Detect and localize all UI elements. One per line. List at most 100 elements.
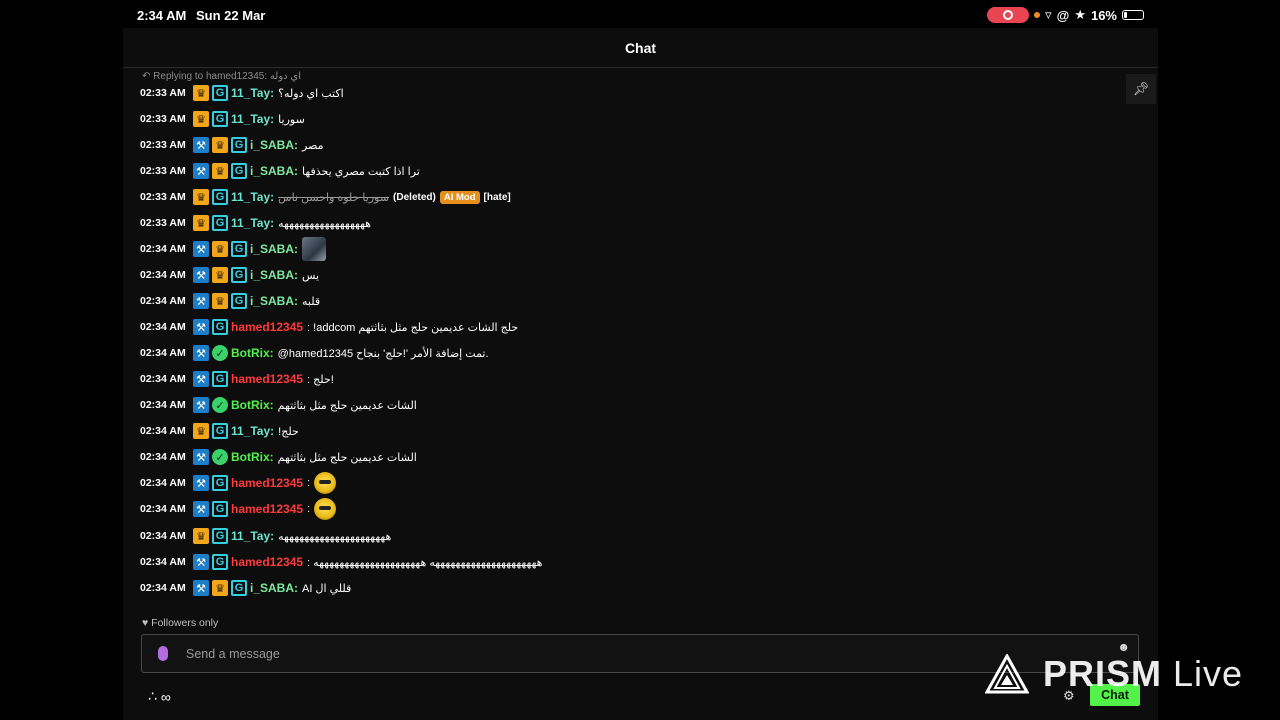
mod-hammer-icon: ⚒ xyxy=(193,293,209,309)
message-username[interactable]: BotRix: xyxy=(231,450,274,464)
vip-crown-icon: ♛ xyxy=(212,580,228,596)
chat-message[interactable]: 02:34 AM ⚒ G hamed12345 : xyxy=(140,498,337,520)
chat-message[interactable]: 02:34 AM ⚒ ♛ G i_SABA: يس xyxy=(140,264,319,286)
chat-message[interactable]: 02:34 AM ⚒ ✓ BotRix: @hamed12345 تمت إضا… xyxy=(140,342,489,364)
message-username[interactable]: 11_Tay: xyxy=(231,216,274,230)
message-text: مصر xyxy=(302,139,324,152)
message-time: 02:33 AM xyxy=(140,87,186,99)
message-time: 02:34 AM xyxy=(140,373,186,385)
message-username[interactable]: 11_Tay: xyxy=(231,190,274,204)
chat-message[interactable]: 02:34 AM ⚒ G hamed12345 : حلج! xyxy=(140,368,334,390)
message-username[interactable]: 11_Tay: xyxy=(231,424,274,438)
og-badge-icon: G xyxy=(212,189,228,205)
og-badge-icon: G xyxy=(212,501,228,517)
og-badge-icon: G xyxy=(231,137,247,153)
message-username[interactable]: hamed12345 xyxy=(231,502,303,516)
vip-crown-icon: ♛ xyxy=(212,293,228,309)
message-username[interactable]: i_SABA: xyxy=(250,242,298,256)
at-icon: @ xyxy=(1056,7,1070,23)
og-badge-icon: G xyxy=(212,85,228,101)
message-username[interactable]: i_SABA: xyxy=(250,138,298,152)
message-username[interactable]: BotRix: xyxy=(231,398,274,412)
message-text: : هههههههههههههههههههههه ههههههههههههههه… xyxy=(307,556,543,569)
og-badge-icon: G xyxy=(231,293,247,309)
mod-hammer-icon: ⚒ xyxy=(193,267,209,283)
infinity-icon[interactable]: ∞ xyxy=(161,689,171,705)
reply-text: Replying to hamed12345: اي دوله xyxy=(153,71,301,82)
og-badge-icon: G xyxy=(212,528,228,544)
message-username[interactable]: hamed12345 xyxy=(231,320,303,334)
message-username[interactable]: i_SABA: xyxy=(250,164,298,178)
followers-only-notice: ♥ Followers only xyxy=(142,617,218,629)
message-text: هههههههههههههههههههههه xyxy=(278,530,392,543)
chat-message[interactable]: 02:34 AM ⚒ ♛ G i_SABA: xyxy=(140,237,327,261)
message-text: سوريا xyxy=(278,113,305,126)
vip-crown-icon: ♛ xyxy=(212,163,228,179)
status-time: 2:34 AM xyxy=(137,8,187,23)
og-badge-icon: G xyxy=(231,267,247,283)
star-icon: ★ xyxy=(1074,7,1086,22)
chat-message[interactable]: 02:34 AM ⚒ ♛ G i_SABA: قللي ال AI xyxy=(140,577,351,599)
chat-message[interactable]: 02:34 AM ♛ G 11_Tay: ههههههههههههههههههه… xyxy=(140,525,391,547)
status-date: Sun 22 Mar xyxy=(196,8,266,23)
chat-message[interactable]: 02:34 AM ⚒ G hamed12345 : هههههههههههههه… xyxy=(140,551,542,573)
chat-header: Chat xyxy=(123,28,1158,68)
message-time: 02:34 AM xyxy=(140,451,186,463)
moderation-tag: [hate] xyxy=(483,191,511,203)
chat-message[interactable]: 02:33 AM ⚒ ♛ G i_SABA: ترا اذا كتبت مصري… xyxy=(140,160,420,182)
message-time: 02:34 AM xyxy=(140,425,186,437)
mod-hammer-icon: ⚒ xyxy=(193,137,209,153)
mod-hammer-icon: ⚒ xyxy=(193,580,209,596)
chat-message[interactable]: 02:33 AM ♛ G 11_Tay: سوريا حلوه واحسن نا… xyxy=(140,186,511,208)
og-badge-icon: G xyxy=(212,554,228,570)
followers-only-label: Followers only xyxy=(151,617,219,629)
chat-message[interactable]: 02:34 AM ⚒ G hamed12345 : !addcom حلج ال… xyxy=(140,316,518,338)
chat-message[interactable]: 02:33 AM ♛ G 11_Tay: هههههههههههههههههه xyxy=(140,212,371,234)
prism-logo-icon xyxy=(985,654,1029,694)
message-username[interactable]: 11_Tay: xyxy=(231,86,274,100)
message-time: 02:34 AM xyxy=(140,477,186,489)
dots-icon[interactable]: ∴ xyxy=(148,688,157,705)
chat-message[interactable]: 02:34 AM ⚒ ✓ BotRix: الشات عديمين حلج مث… xyxy=(140,446,417,468)
vip-crown-icon: ♛ xyxy=(193,85,209,101)
status-bar: 2:34 AM Sun 22 Mar ▿ @ ★ 16% xyxy=(0,0,1280,30)
chat-message[interactable]: 02:33 AM ♛ G 11_Tay: اكتب اي دوله؟ xyxy=(140,82,344,104)
chat-message[interactable]: 02:34 AM ♛ G 11_Tay: حلج! xyxy=(140,420,299,442)
message-username[interactable]: hamed12345 xyxy=(231,372,303,386)
message-text-deleted: سوريا حلوه واحسن ناس xyxy=(278,191,390,204)
message-time: 02:34 AM xyxy=(140,530,186,542)
message-username[interactable]: i_SABA: xyxy=(250,268,298,282)
mod-hammer-icon: ⚒ xyxy=(193,241,209,257)
chat-message[interactable]: 02:34 AM ⚒ G hamed12345 : xyxy=(140,472,337,494)
message-text: يس xyxy=(302,269,320,282)
mod-hammer-icon: ⚒ xyxy=(193,345,209,361)
chat-message[interactable]: 02:34 AM ⚒ ♛ G i_SABA: قلبه xyxy=(140,290,320,312)
message-text: : حلج! xyxy=(307,373,334,386)
vip-crown-icon: ♛ xyxy=(212,241,228,257)
pin-icon[interactable]: 📌︎ xyxy=(1126,74,1156,104)
message-username[interactable]: i_SABA: xyxy=(250,294,298,308)
message-username[interactable]: hamed12345 xyxy=(231,476,303,490)
message-time: 02:33 AM xyxy=(140,217,186,229)
screen-record-icon[interactable] xyxy=(987,7,1030,23)
message-text: ترا اذا كتبت مصري يحذفها xyxy=(302,165,420,178)
battery-icon xyxy=(1122,10,1144,20)
message-username[interactable]: 11_Tay: xyxy=(231,112,274,126)
message-text: : !addcom حلج الشات عديمين حلج مثل بثاثت… xyxy=(307,321,519,334)
prism-live-watermark: PRISM Live xyxy=(985,650,1250,698)
og-badge-icon: G xyxy=(212,371,228,387)
verified-bot-icon: ✓ xyxy=(212,397,228,413)
logo-wordmark: PRISM Live xyxy=(1043,653,1243,695)
mic-icon[interactable] xyxy=(158,646,168,661)
message-username[interactable]: hamed12345 xyxy=(231,555,303,569)
chat-message[interactable]: 02:33 AM ♛ G 11_Tay: سوريا xyxy=(140,108,305,130)
message-username[interactable]: BotRix: xyxy=(231,346,274,360)
chat-message[interactable]: 02:33 AM ⚒ ♛ G i_SABA: مصر xyxy=(140,134,324,156)
mod-hammer-icon: ⚒ xyxy=(193,319,209,335)
mod-hammer-icon: ⚒ xyxy=(193,371,209,387)
verified-bot-icon: ✓ xyxy=(212,449,228,465)
message-username[interactable]: i_SABA: xyxy=(250,581,298,595)
message-time: 02:34 AM xyxy=(140,556,186,568)
chat-message[interactable]: 02:34 AM ⚒ ✓ BotRix: الشات عديمين حلج مث… xyxy=(140,394,417,416)
message-username[interactable]: 11_Tay: xyxy=(231,529,274,543)
